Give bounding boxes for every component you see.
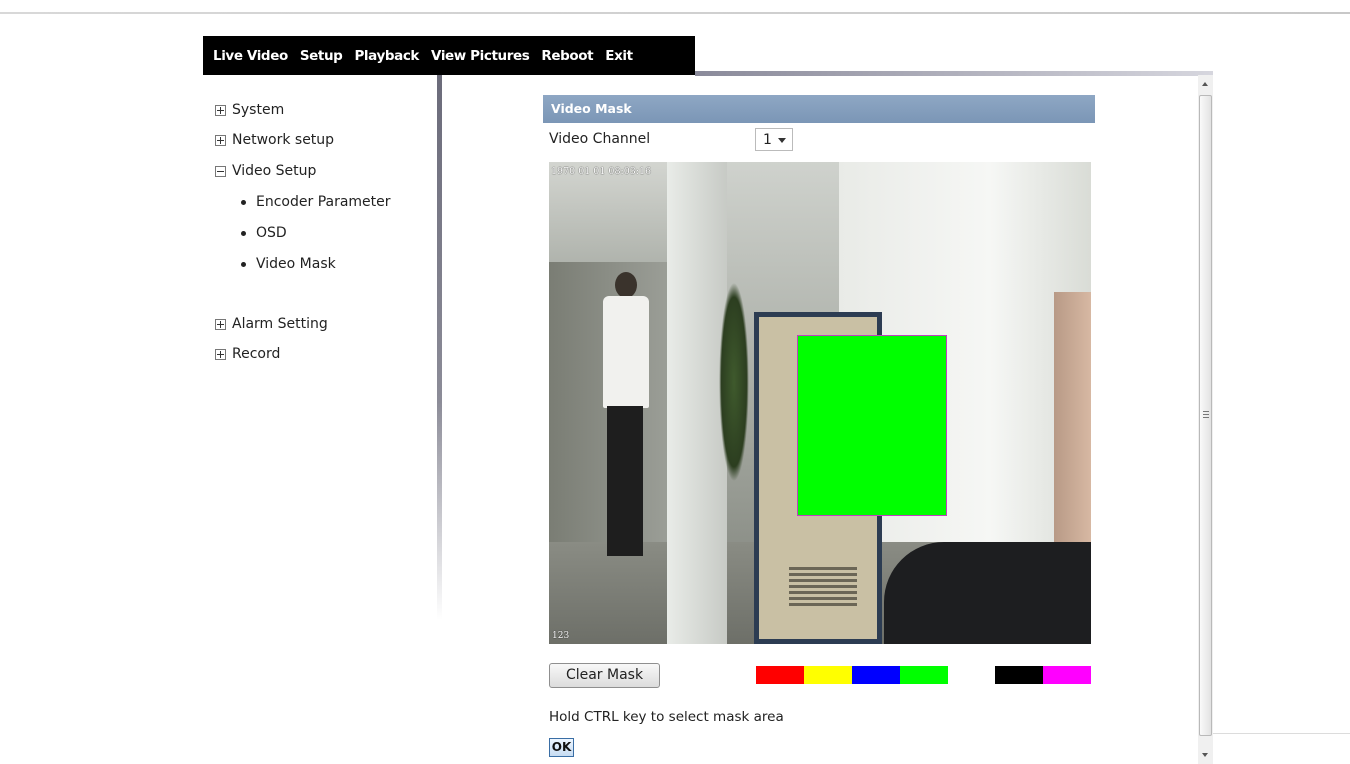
sidebar-item-label: OSD bbox=[256, 225, 287, 241]
expand-icon bbox=[215, 318, 226, 330]
video-scene-person bbox=[601, 272, 653, 562]
collapse-icon bbox=[215, 165, 226, 177]
vertical-scrollbar[interactable] bbox=[1198, 75, 1213, 764]
top-nav: Live Video Setup Playback View Pictures … bbox=[203, 36, 695, 75]
nav-exit[interactable]: Exit bbox=[605, 48, 633, 64]
grip-icon bbox=[1203, 411, 1209, 420]
video-scene-plant bbox=[719, 282, 749, 482]
sidebar-divider bbox=[437, 75, 442, 620]
clear-mask-button[interactable]: Clear Mask bbox=[549, 663, 660, 688]
scroll-down-icon[interactable] bbox=[1198, 746, 1213, 764]
video-channel-select[interactable]: 1 bbox=[755, 128, 793, 151]
scroll-up-icon[interactable] bbox=[1198, 75, 1213, 93]
sidebar-item-record[interactable]: Record bbox=[215, 346, 280, 362]
top-border bbox=[0, 12, 1350, 14]
osd-channel-name: 123 bbox=[552, 631, 570, 641]
video-channel-label: Video Channel bbox=[549, 131, 651, 147]
nav-setup[interactable]: Setup bbox=[300, 48, 343, 64]
sidebar-item-alarm-setting[interactable]: Alarm Setting bbox=[215, 316, 328, 332]
nav-live-video[interactable]: Live Video bbox=[213, 48, 288, 64]
bullet-icon bbox=[241, 230, 246, 236]
video-scene-chair bbox=[884, 542, 1091, 644]
sidebar-item-label: Video Mask bbox=[256, 256, 336, 272]
sidebar-item-label: Video Setup bbox=[232, 163, 317, 179]
color-swatch-blue[interactable] bbox=[852, 666, 900, 684]
video-scene-cabinet-vent bbox=[789, 567, 857, 607]
expand-icon bbox=[215, 348, 226, 360]
sidebar-item-label: Record bbox=[232, 346, 281, 362]
sidebar-item-network[interactable]: Network setup bbox=[215, 132, 334, 148]
osd-timestamp: 1970 01 01 08:03:16 bbox=[551, 166, 652, 177]
bullet-icon bbox=[241, 261, 246, 267]
sidebar-subitem-osd[interactable]: OSD bbox=[241, 225, 287, 241]
video-channel-value: 1 bbox=[763, 132, 772, 148]
color-swatch-green[interactable] bbox=[900, 666, 948, 684]
sidebar-item-label: System bbox=[232, 102, 285, 118]
mask-hint-text: Hold CTRL key to select mask area bbox=[549, 709, 784, 725]
dropdown-arrow-icon bbox=[778, 138, 786, 143]
mask-area[interactable] bbox=[797, 335, 947, 516]
nav-underline bbox=[695, 71, 1213, 76]
video-preview[interactable]: 1970 01 01 08:03:16 123 bbox=[549, 162, 1091, 644]
nav-reboot[interactable]: Reboot bbox=[541, 48, 593, 64]
color-swatch-magenta[interactable] bbox=[1043, 666, 1091, 684]
window-edge bbox=[1213, 733, 1350, 734]
sidebar-item-video-setup[interactable]: Video Setup bbox=[215, 163, 316, 179]
nav-playback[interactable]: Playback bbox=[354, 48, 419, 64]
section-title: Video Mask bbox=[543, 95, 1095, 123]
video-scene-column bbox=[667, 162, 727, 644]
sidebar-item-label: Encoder Parameter bbox=[256, 194, 391, 210]
color-swatch-yellow[interactable] bbox=[804, 666, 852, 684]
color-swatch-red[interactable] bbox=[756, 666, 804, 684]
nav-view-pictures[interactable]: View Pictures bbox=[431, 48, 530, 64]
sidebar-subitem-video-mask[interactable]: Video Mask bbox=[241, 256, 336, 272]
person-shirt bbox=[603, 296, 649, 408]
expand-icon bbox=[215, 134, 226, 146]
person-pants bbox=[607, 406, 643, 556]
sidebar-item-label: Alarm Setting bbox=[232, 316, 328, 332]
color-swatch-black[interactable] bbox=[995, 666, 1043, 684]
sidebar-item-system[interactable]: System bbox=[215, 102, 284, 118]
person-head bbox=[615, 272, 637, 298]
bullet-icon bbox=[241, 199, 246, 205]
ok-button[interactable]: OK bbox=[549, 738, 574, 757]
scroll-thumb[interactable] bbox=[1199, 95, 1212, 736]
sidebar-subitem-encoder-parameter[interactable]: Encoder Parameter bbox=[241, 194, 391, 210]
expand-icon bbox=[215, 104, 226, 116]
sidebar-item-label: Network setup bbox=[232, 132, 335, 148]
